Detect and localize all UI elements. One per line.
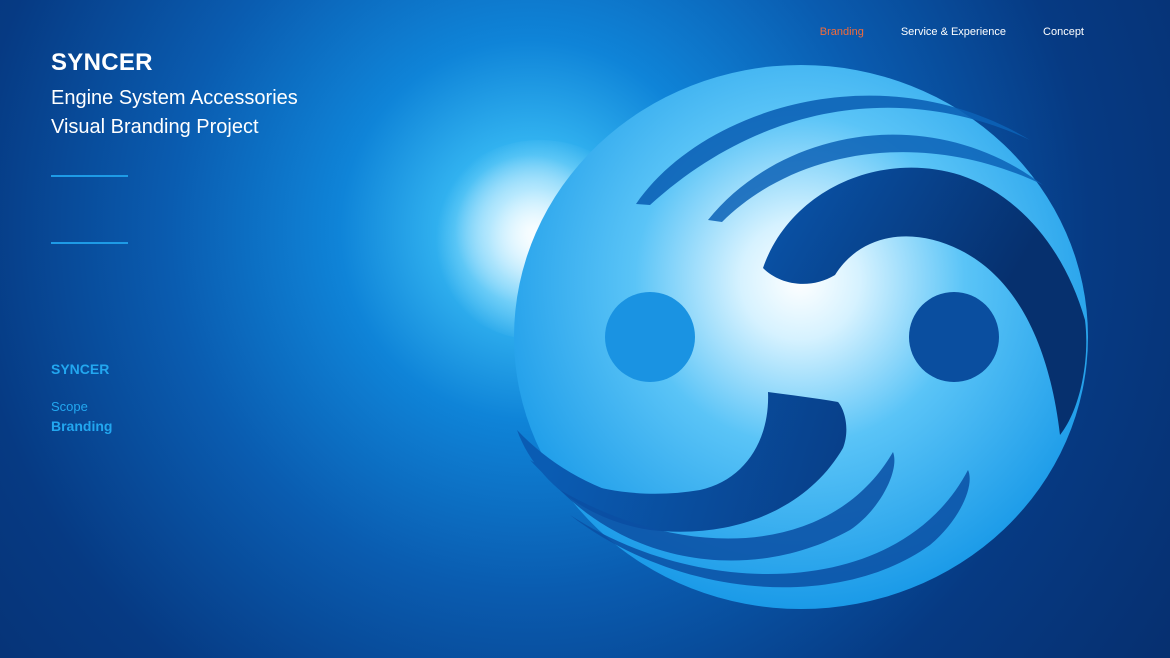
brand-subtitle: Engine System Accessories Visual Brandin… [51, 84, 298, 142]
divider-bottom [51, 242, 128, 244]
brand-title: SYNCER [51, 49, 153, 76]
brand-subtitle-line-2: Visual Branding Project [51, 116, 259, 138]
divider-top [51, 175, 128, 177]
project-meta: SYNCER Scope Branding [51, 360, 112, 436]
nav-item-branding[interactable]: Branding [820, 24, 864, 40]
top-nav: Branding Service & Experience Concept [820, 24, 1084, 40]
nav-item-service-experience[interactable]: Service & Experience [901, 24, 1006, 40]
brand-subtitle-line-1: Engine System Accessories [51, 87, 298, 109]
scope-value: Branding [51, 418, 113, 434]
scope-label: Scope [51, 399, 88, 414]
brand-block: SYNCER Engine System Accessories Visual … [51, 48, 298, 142]
nav-item-concept[interactable]: Concept [1043, 24, 1084, 40]
client-name: SYNCER [51, 361, 110, 377]
